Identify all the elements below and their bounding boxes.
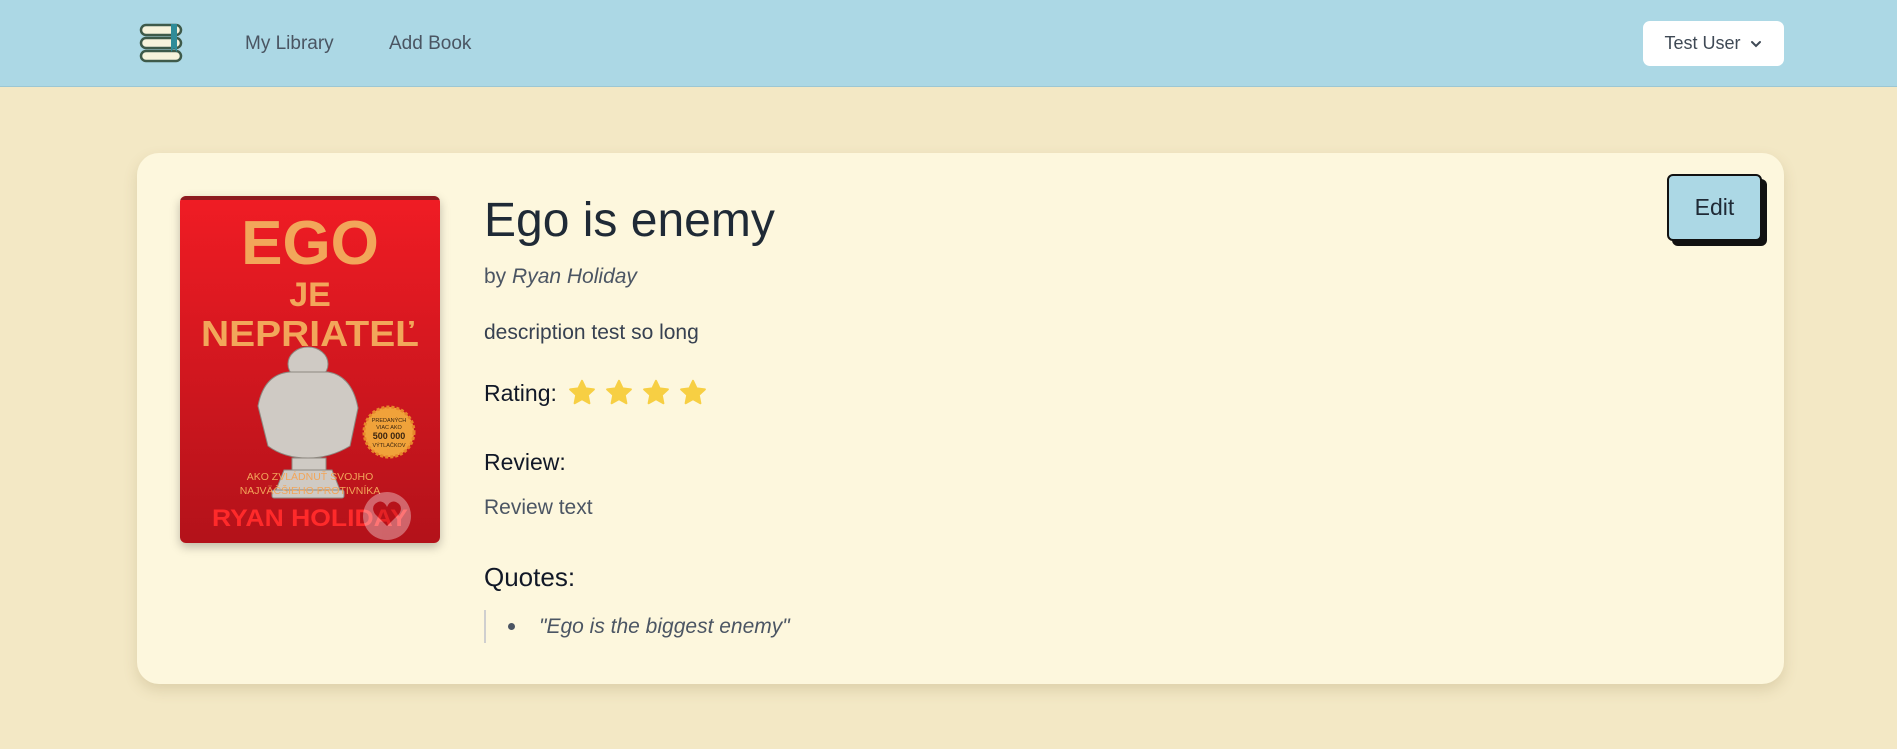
book-title: Ego is enemy — [484, 194, 775, 247]
nav-add-book-link[interactable]: Add Book — [389, 33, 471, 55]
nav-my-library-link[interactable]: My Library — [245, 33, 334, 55]
books-logo-icon[interactable] — [138, 22, 186, 66]
edit-button[interactable]: Edit — [1667, 174, 1762, 241]
chevron-down-icon — [1750, 40, 1761, 47]
book-byline: by Ryan Holiday — [484, 265, 637, 289]
book-description: description test so long — [484, 321, 699, 344]
star-icon — [643, 379, 669, 405]
cover-subtitle-line2: NAJVÄČŠIEHO PROTIVNÍKA — [240, 484, 381, 497]
bullet-icon — [508, 623, 515, 630]
cover-title-line1: EGO — [241, 209, 379, 278]
star-icon — [680, 379, 706, 405]
star-icon — [569, 379, 595, 405]
star-icon — [606, 379, 632, 405]
byline-prefix: by — [484, 265, 507, 288]
quotes-list: "Ego is the biggest enemy" — [484, 610, 790, 643]
cover-badge-line4: VÝTLAČKOV — [372, 442, 405, 449]
book-author: Ryan Holiday — [512, 265, 637, 288]
book-detail-card: EGO JE NEPRIATEĽ PREDANÝCH VIAC AKO 500 … — [137, 153, 1784, 684]
quotes-label: Quotes: — [484, 562, 576, 592]
top-navbar: My Library Add Book Test User — [0, 0, 1897, 87]
cover-badge-line3: 500 000 — [373, 431, 406, 441]
user-menu-button[interactable]: Test User — [1643, 21, 1784, 66]
user-menu-label: Test User — [1664, 33, 1741, 53]
rating-row: Rating: — [484, 375, 708, 411]
cover-title-line2: JE — [289, 276, 331, 314]
rating-stars — [567, 378, 708, 408]
heart-watermark-icon — [363, 492, 411, 540]
review-text: Review text — [484, 496, 593, 519]
rating-label: Rating: — [484, 379, 557, 406]
review-label: Review: — [484, 449, 566, 475]
cover-subtitle-line1: AKO ZVLÁDNUŤ SVOJHO — [247, 470, 374, 483]
book-cover-image: EGO JE NEPRIATEĽ PREDANÝCH VIAC AKO 500 … — [180, 196, 440, 543]
cover-badge-line1: PREDANÝCH — [372, 417, 407, 424]
quote-text: "Ego is the biggest enemy" — [539, 614, 790, 638]
quote-item: "Ego is the biggest enemy" — [508, 615, 790, 639]
